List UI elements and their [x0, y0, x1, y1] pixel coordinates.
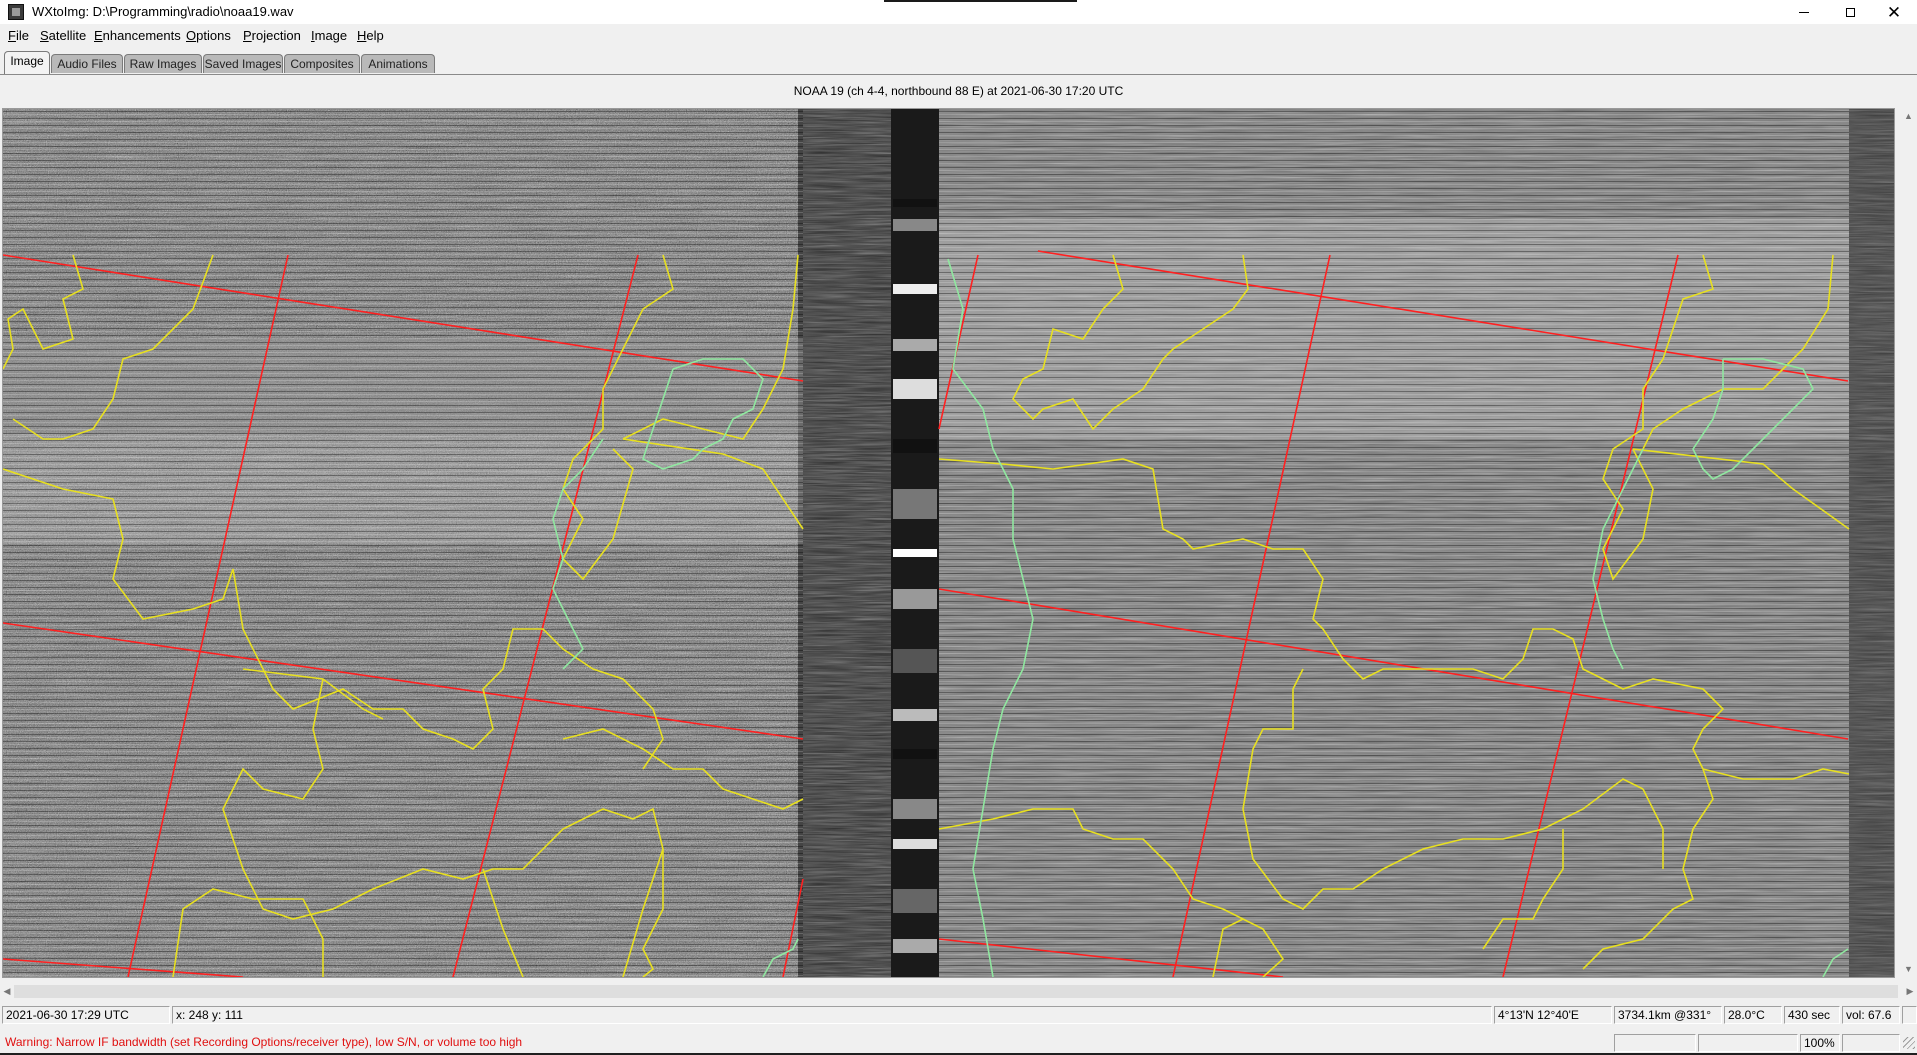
menu-bar: File Satellite Enhancements Options Proj…: [0, 25, 1917, 47]
channel-a-image: [3, 109, 803, 977]
minimize-button[interactable]: [1781, 0, 1827, 24]
minimize-icon: [1799, 11, 1809, 13]
status-volume: vol: 67.6: [1842, 1006, 1900, 1024]
vertical-scrollbar[interactable]: ▲ ▼: [1900, 108, 1917, 978]
menu-file[interactable]: File: [8, 28, 29, 43]
scroll-right-arrow-icon[interactable]: ▶: [1903, 983, 1917, 1000]
scroll-down-arrow-icon[interactable]: ▼: [1900, 961, 1917, 978]
tab-strip: Image Audio Files Raw Images Saved Image…: [0, 51, 1917, 75]
horizontal-scrollbar[interactable]: ◀ ▶: [0, 983, 1917, 1000]
menu-options[interactable]: Options: [186, 28, 231, 43]
close-button[interactable]: ✕: [1871, 0, 1917, 24]
status-latlon: 4°13'N 12°40'E: [1494, 1006, 1612, 1024]
status-cursor-position: x: 248 y: 111: [172, 1006, 1492, 1024]
status-empty-2: [1698, 1034, 1798, 1052]
status-spacer: [1902, 1006, 1917, 1024]
scroll-up-arrow-icon[interactable]: ▲: [1900, 108, 1917, 125]
wxtoimg-app-icon[interactable]: [8, 4, 24, 20]
tab-divider: [0, 74, 1917, 75]
title-accent-line: [884, 0, 1077, 2]
channel-b-image: [939, 109, 1894, 977]
tab-audio-files[interactable]: Audio Files: [51, 54, 123, 73]
window-title: WXtoImg: D:\Programming\radio\noaa19.wav: [32, 4, 294, 19]
status-datetime: 2021-06-30 17:29 UTC: [2, 1006, 170, 1024]
image-heading: NOAA 19 (ch 4-4, northbound 88 E) at 202…: [793, 84, 1124, 98]
resize-grip-icon[interactable]: [1903, 1037, 1915, 1049]
status-temperature: 28.0°C: [1724, 1006, 1782, 1024]
status-zoom: 100%: [1800, 1034, 1840, 1052]
telemetry-strip: [803, 109, 939, 977]
status-distance: 3734.1km @331°: [1614, 1006, 1722, 1024]
maximize-button[interactable]: [1827, 0, 1873, 24]
scroll-left-arrow-icon[interactable]: ◀: [0, 983, 14, 1000]
image-viewport[interactable]: [2, 108, 1895, 978]
status-empty-3: [1842, 1034, 1900, 1052]
status-bar: 2021-06-30 17:29 UTC x: 248 y: 111 4°13'…: [0, 1005, 1917, 1025]
warning-bar: Warning: Narrow IF bandwidth (set Record…: [0, 1033, 1917, 1053]
maximize-icon: [1845, 7, 1855, 17]
menu-satellite[interactable]: Satellite: [40, 28, 86, 43]
menu-projection[interactable]: Projection: [243, 28, 301, 43]
menu-enhancements[interactable]: Enhancements: [94, 28, 181, 43]
tab-image[interactable]: Image: [4, 51, 50, 74]
tab-raw-images[interactable]: Raw Images: [124, 54, 202, 73]
menu-image[interactable]: Image: [311, 28, 347, 43]
tab-saved-images[interactable]: Saved Images: [203, 54, 283, 73]
status-empty-1: [1614, 1034, 1696, 1052]
status-warning: Warning: Narrow IF bandwidth (set Record…: [2, 1034, 1612, 1052]
close-icon: ✕: [1886, 2, 1902, 22]
menu-help[interactable]: Help: [357, 28, 384, 43]
satellite-image: [3, 109, 1894, 977]
tab-animations[interactable]: Animations: [361, 54, 435, 73]
status-duration: 430 sec: [1784, 1006, 1840, 1024]
tab-composites[interactable]: Composites: [284, 54, 360, 73]
title-bar: WXtoImg: D:\Programming\radio\noaa19.wav…: [0, 0, 1917, 24]
horizontal-scroll-thumb[interactable]: [14, 985, 1898, 998]
